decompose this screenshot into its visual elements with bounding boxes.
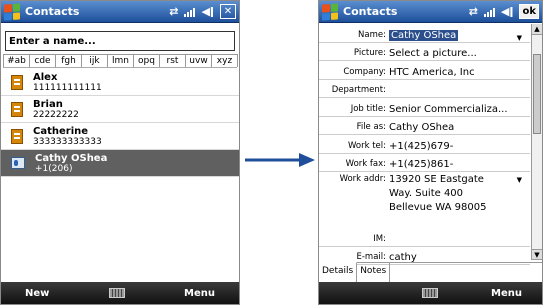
field-label: Picture: <box>353 48 386 58</box>
volume-icon[interactable]: ◀ǀ <box>201 5 214 18</box>
contacts-list-screen: Contacts ⇄ ◀ǀ ✕ Enter a name... #ab cde … <box>0 0 240 305</box>
field-label: Department: <box>331 85 386 95</box>
work-addr-field[interactable]: 13920 SE Eastgate Way. Suite 400 Bellevu… <box>389 172 517 216</box>
field-label: Work fax: <box>345 159 386 169</box>
signal-icon[interactable] <box>184 7 196 17</box>
tab-ab[interactable]: #ab <box>3 54 30 67</box>
picture-field[interactable]: Select a picture... <box>389 48 530 60</box>
close-icon[interactable]: ✕ <box>220 4 236 19</box>
app-title: Contacts <box>25 5 80 18</box>
contact-number: 111111111111 <box>33 83 102 93</box>
field-label: Work tel: <box>347 140 386 151</box>
menu-softkey[interactable]: Menu <box>184 288 229 299</box>
field-label: Name: <box>358 29 386 40</box>
tab-notes[interactable]: Notes <box>357 263 391 282</box>
company-field[interactable]: HTC America, Inc <box>389 67 530 79</box>
contact-card-icon <box>11 129 23 144</box>
tab-details[interactable]: Details <box>319 262 358 282</box>
job-title-field[interactable]: Senior Commercializa... <box>389 104 530 116</box>
search-input[interactable]: Enter a name... <box>5 31 235 51</box>
field-label: Work addr: <box>339 174 386 184</box>
transition-arrow-icon <box>245 153 315 167</box>
file-as-field[interactable]: Cathy OShea <box>389 122 530 134</box>
tab-ijk[interactable]: ijk <box>81 54 108 67</box>
title-bar: Contacts ⇄ ◀ǀ ok <box>319 1 542 23</box>
tab-cde[interactable]: cde <box>29 54 56 67</box>
department-field[interactable] <box>389 96 530 97</box>
field-label: File as: <box>356 122 386 132</box>
tab-xyz[interactable]: xyz <box>211 54 238 67</box>
field-label: Job title: <box>350 103 386 114</box>
windows-start-icon[interactable] <box>4 2 20 21</box>
field-picture[interactable]: Picture: Select a picture... <box>319 43 530 61</box>
connectivity-icon[interactable]: ⇄ <box>169 5 178 18</box>
work-fax-field[interactable]: +1(425)861- <box>389 159 530 171</box>
vertical-scrollbar[interactable]: ▲ ▼ <box>531 24 542 260</box>
menu-softkey[interactable]: Menu <box>491 288 532 299</box>
tab-opq[interactable]: opq <box>133 54 160 67</box>
contact-name: Cathy OShea <box>35 153 108 164</box>
contact-row[interactable]: Brian 22222222 <box>1 96 239 123</box>
scroll-up-icon[interactable]: ▲ <box>532 24 542 35</box>
field-job-title[interactable]: Job title: Senior Commercializa... <box>319 98 530 117</box>
soft-key-bar: Menu <box>319 282 542 304</box>
field-department[interactable]: Department: <box>319 80 530 98</box>
volume-icon[interactable]: ◀ǀ <box>501 5 514 18</box>
contact-row[interactable]: Catherine 333333333333 <box>1 123 239 150</box>
ok-button[interactable]: ok <box>519 4 539 19</box>
contact-person-icon <box>11 157 25 169</box>
contact-list: Alex 111111111111 Brian 22222222 Catherine… <box>1 69 239 177</box>
contact-number: 22222222 <box>33 110 79 120</box>
chevron-down-icon[interactable]: ▼ <box>517 34 530 42</box>
tab-fgh[interactable]: fgh <box>55 54 82 67</box>
name-field[interactable]: Cathy OShea <box>389 29 517 42</box>
keyboard-icon[interactable] <box>108 288 125 298</box>
field-work-addr[interactable]: Work addr: 13920 SE Eastgate Way. Suite … <box>319 172 530 228</box>
contact-card-icon <box>11 102 23 117</box>
scroll-thumb[interactable] <box>533 54 541 134</box>
field-file-as[interactable]: File as: Cathy OShea <box>319 117 530 135</box>
contact-edit-screen: Contacts ⇄ ◀ǀ ok Name: Cathy OShea ▼ Pic… <box>318 0 543 305</box>
field-name[interactable]: Name: Cathy OShea ▼ <box>319 24 530 43</box>
tab-rst[interactable]: rst <box>159 54 186 67</box>
contact-form: Name: Cathy OShea ▼ Picture: Select a pi… <box>319 24 530 265</box>
contact-row[interactable]: Alex 111111111111 <box>1 69 239 96</box>
field-work-fax[interactable]: Work fax: +1(425)861- <box>319 154 530 172</box>
detail-tabs: Details Notes <box>319 262 542 282</box>
windows-start-icon[interactable] <box>322 2 338 21</box>
name-value: Cathy OShea <box>389 29 459 41</box>
field-im[interactable]: IM: <box>319 228 530 247</box>
contact-row-selected[interactable]: Cathy OShea +1(206) <box>1 150 239 177</box>
field-label: IM: <box>373 233 386 244</box>
contact-card-icon <box>11 75 23 90</box>
new-softkey[interactable]: New <box>11 288 49 299</box>
scroll-down-icon[interactable]: ▼ <box>532 249 542 260</box>
app-title: Contacts <box>343 5 398 18</box>
field-label: Company: <box>343 66 386 77</box>
contact-name: Brian <box>33 99 63 110</box>
contact-number: 333333333333 <box>33 137 102 147</box>
contact-name: Alex <box>33 72 58 83</box>
tab-uvw[interactable]: uvw <box>185 54 212 67</box>
alphabet-tabs: #ab cde fgh ijk lmn opq rst uvw xyz <box>3 54 238 68</box>
contact-number: +1(206) <box>35 164 73 174</box>
title-bar: Contacts ⇄ ◀ǀ ✕ <box>1 1 239 23</box>
signal-icon[interactable] <box>483 7 495 17</box>
field-company[interactable]: Company: HTC America, Inc <box>319 61 530 80</box>
addr-line: 13920 SE Eastgate <box>389 174 484 185</box>
addr-line: Bellevue WA 98005 <box>389 202 487 213</box>
keyboard-icon[interactable] <box>422 288 438 298</box>
addr-line: Way. Suite 400 <box>389 188 464 199</box>
field-work-tel[interactable]: Work tel: +1(425)679- <box>319 135 530 154</box>
tab-lmn[interactable]: lmn <box>107 54 134 67</box>
work-tel-field[interactable]: +1(425)679- <box>389 141 530 153</box>
contact-name: Catherine <box>33 126 89 137</box>
chevron-down-icon[interactable]: ▼ <box>517 172 530 184</box>
im-field[interactable] <box>389 245 530 246</box>
soft-key-bar: New Menu <box>1 282 239 304</box>
connectivity-icon[interactable]: ⇄ <box>469 5 478 18</box>
